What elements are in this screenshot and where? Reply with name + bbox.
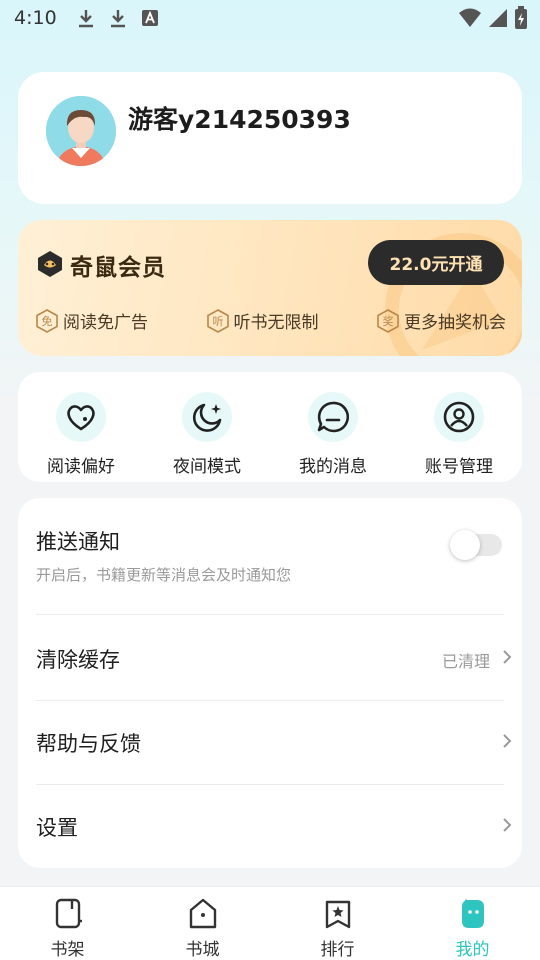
avatar[interactable]	[46, 96, 116, 166]
push-notification-toggle[interactable]	[450, 530, 502, 560]
nav-bookshelf[interactable]: 书架	[0, 887, 135, 960]
nav-label: 排行	[320, 940, 355, 960]
status-right	[458, 6, 528, 30]
battery-icon	[515, 6, 527, 29]
benefit-audio: 听 听书无限制	[206, 308, 319, 333]
lottery-icon: 奖	[377, 308, 399, 333]
ranking-icon	[325, 900, 350, 929]
status-time: 4:10	[14, 7, 57, 29]
audio-book-icon: 听	[206, 308, 229, 333]
push-notification-subtitle: 开启后，书籍更新等消息会及时通知您	[36, 566, 292, 584]
bookstore-icon	[189, 898, 216, 929]
clear-cache-title: 清除缓存	[36, 648, 120, 672]
divider	[36, 700, 504, 701]
vip-benefits: 免 阅读免广告 听 听书无限制 奖 更多抽奖机会	[36, 308, 506, 333]
avatar-illustration-icon	[46, 96, 116, 166]
chevron-right-icon	[503, 734, 512, 748]
push-notification-row: 推送通知 开启后，书籍更新等消息会及时通知您	[36, 526, 504, 585]
help-feedback-row[interactable]: 帮助与反馈	[36, 728, 512, 758]
benefit-label: 更多抽奖机会	[404, 313, 506, 333]
username: 游客y214250393	[128, 105, 351, 134]
action-account-management[interactable]: 账号管理	[396, 372, 522, 482]
action-reading-preference[interactable]: 阅读偏好	[18, 372, 144, 482]
nav-profile[interactable]: 我的	[405, 887, 540, 960]
toggle-knob	[450, 530, 480, 560]
action-icon-wrap	[308, 392, 358, 442]
action-night-mode[interactable]: 夜间模式	[144, 372, 270, 482]
benefit-lottery: 奖 更多抽奖机会	[377, 308, 506, 333]
action-my-messages[interactable]: 我的消息	[270, 372, 396, 482]
action-label: 阅读偏好	[47, 457, 115, 477]
no-ads-icon: 免	[36, 308, 58, 333]
svg-text:免: 免	[42, 314, 53, 328]
vip-title: 奇鼠会员	[70, 254, 166, 281]
clear-cache-row[interactable]: 清除缓存 已清理	[36, 644, 512, 674]
moon-icon	[192, 403, 222, 432]
push-notification-title: 推送通知	[36, 530, 120, 554]
profile-icon	[461, 899, 484, 928]
nav-ranking[interactable]: 排行	[270, 887, 405, 960]
signal-icon	[489, 9, 507, 27]
message-icon	[317, 401, 350, 433]
settings-title: 设置	[36, 816, 78, 840]
nav-label: 我的	[455, 940, 490, 960]
account-icon	[443, 401, 475, 433]
action-label: 账号管理	[425, 457, 493, 477]
action-label: 我的消息	[299, 457, 367, 477]
download-icon	[110, 10, 125, 28]
settings-card: 推送通知 开启后，书籍更新等消息会及时通知您 清除缓存 已清理 帮助与反馈 设置	[18, 498, 522, 868]
nav-label: 书城	[185, 940, 220, 960]
settings-row[interactable]: 设置	[36, 812, 512, 842]
vip-badge-icon	[38, 251, 62, 277]
benefit-no-ads: 免 阅读免广告	[36, 308, 148, 333]
status-bar: 4:10	[0, 0, 540, 36]
action-icon-wrap	[434, 392, 484, 442]
wifi-icon	[459, 8, 481, 27]
cache-status: 已清理	[441, 652, 490, 671]
vip-card[interactable]: 奇鼠会员 22.0元开通 免 阅读免广告 听 听书无限制 奖 更多抽奖机会	[18, 220, 522, 356]
help-feedback-title: 帮助与反馈	[36, 732, 141, 756]
chevron-right-icon	[503, 818, 512, 832]
divider	[36, 614, 504, 615]
download-icon	[78, 10, 93, 28]
svg-text:听: 听	[212, 315, 223, 328]
benefit-label: 听书无限制	[233, 313, 319, 333]
profile-card[interactable]: 游客y214250393	[18, 72, 522, 204]
action-label: 夜间模式	[173, 457, 241, 477]
chevron-right-icon	[503, 650, 512, 664]
bookshelf-icon	[55, 898, 82, 929]
vip-subscribe-button[interactable]: 22.0元开通	[368, 240, 504, 285]
nav-bookstore[interactable]: 书城	[135, 887, 270, 960]
heart-icon	[67, 405, 95, 431]
font-icon	[141, 10, 158, 26]
benefit-label: 阅读免广告	[63, 313, 148, 333]
nav-label: 书架	[50, 940, 85, 960]
quick-actions: 阅读偏好 夜间模式 我的消息 账号管理	[18, 372, 522, 482]
bottom-nav: 书架 书城 排行 我的	[0, 886, 540, 960]
action-icon-wrap	[182, 392, 232, 442]
action-icon-wrap	[56, 392, 106, 442]
divider	[36, 784, 504, 785]
svg-text:奖: 奖	[383, 314, 394, 328]
